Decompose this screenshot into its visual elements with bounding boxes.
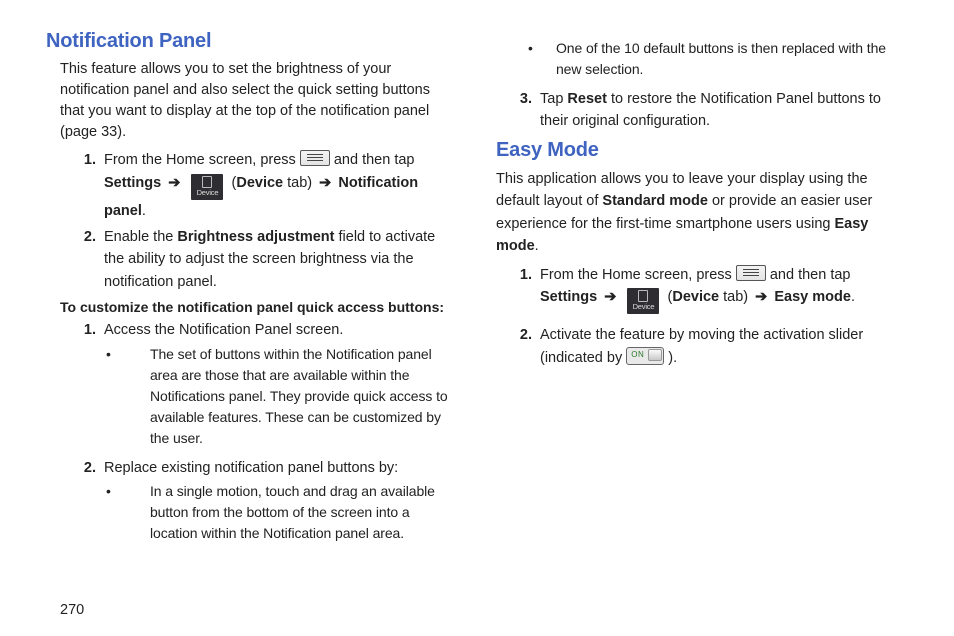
customize-step-1-bullets: The set of buttons within the Notificati… <box>104 344 456 449</box>
device-label: Device <box>672 289 719 305</box>
easy-mode-steps: From the Home screen, press and then tap… <box>496 264 906 369</box>
device-label: Device <box>236 175 283 191</box>
bullet-drag-button: In a single motion, touch and drag an av… <box>120 481 456 544</box>
text: ). <box>668 350 677 366</box>
notification-panel-intro: This feature allows you to set the brigh… <box>46 59 456 143</box>
continued-steps: Tap Reset to restore the Notification Pa… <box>496 88 906 133</box>
em-step-2: Activate the feature by moving the activ… <box>536 324 906 369</box>
easy-mode-target-label: Easy mode <box>774 289 851 305</box>
arrow-icon: ➔ <box>601 286 619 308</box>
text: From the Home screen, press <box>104 152 300 168</box>
manual-page: Notification Panel This feature allows y… <box>0 0 954 636</box>
settings-label: Settings <box>104 175 161 191</box>
np-step-3: Tap Reset to restore the Notification Pa… <box>536 88 906 133</box>
device-tab-icon <box>191 174 223 200</box>
page-number: 270 <box>46 602 908 618</box>
heading-notification-panel: Notification Panel <box>46 30 456 53</box>
text: tab) <box>719 289 752 305</box>
heading-easy-mode: Easy Mode <box>496 139 906 162</box>
text: Access the Notification Panel screen. <box>104 322 343 338</box>
text: Replace existing notification panel butt… <box>104 460 398 476</box>
text: From the Home screen, press <box>540 267 736 283</box>
toggle-on-icon <box>626 347 664 365</box>
customize-step-1: Access the Notification Panel screen. Th… <box>100 319 456 448</box>
text: Tap <box>540 91 567 107</box>
device-tab-icon <box>627 288 659 314</box>
bullet-available-buttons: The set of buttons within the Notificati… <box>120 344 456 449</box>
text: Enable the <box>104 229 177 245</box>
arrow-icon: ➔ <box>165 172 183 194</box>
settings-label: Settings <box>540 289 597 305</box>
text: and then tap <box>770 267 851 283</box>
customize-steps: Access the Notification Panel screen. Th… <box>46 319 456 544</box>
customize-step-2-bullets: In a single motion, touch and drag an av… <box>104 481 456 544</box>
right-column: One of the 10 default buttons is then re… <box>496 30 906 602</box>
customize-subheading: To customize the notification panel quic… <box>60 299 456 315</box>
arrow-icon: ➔ <box>316 172 334 194</box>
text: Activate the feature by moving the activ… <box>540 327 863 365</box>
em-step-1: From the Home screen, press and then tap… <box>536 264 906 314</box>
left-column: Notification Panel This feature allows y… <box>46 30 456 602</box>
text: . <box>535 238 539 254</box>
brightness-adjustment-label: Brightness adjustment <box>177 229 334 245</box>
text: and then tap <box>334 152 415 168</box>
menu-icon <box>300 150 330 166</box>
standard-mode-label: Standard mode <box>602 193 708 209</box>
menu-icon <box>736 265 766 281</box>
text: tab) <box>283 175 316 191</box>
two-column-layout: Notification Panel This feature allows y… <box>46 30 908 602</box>
arrow-icon: ➔ <box>752 286 770 308</box>
reset-label: Reset <box>567 91 607 107</box>
bullet-replaced: One of the 10 default buttons is then re… <box>542 38 906 80</box>
easy-mode-intro: This application allows you to leave you… <box>496 168 906 258</box>
np-step-1: From the Home screen, press and then tap… <box>100 149 456 222</box>
customize-step-2: Replace existing notification panel butt… <box>100 457 456 544</box>
continued-bullets: One of the 10 default buttons is then re… <box>496 38 906 80</box>
np-step-2: Enable the Brightness adjustment field t… <box>100 226 456 293</box>
notification-panel-steps: From the Home screen, press and then tap… <box>46 149 456 293</box>
